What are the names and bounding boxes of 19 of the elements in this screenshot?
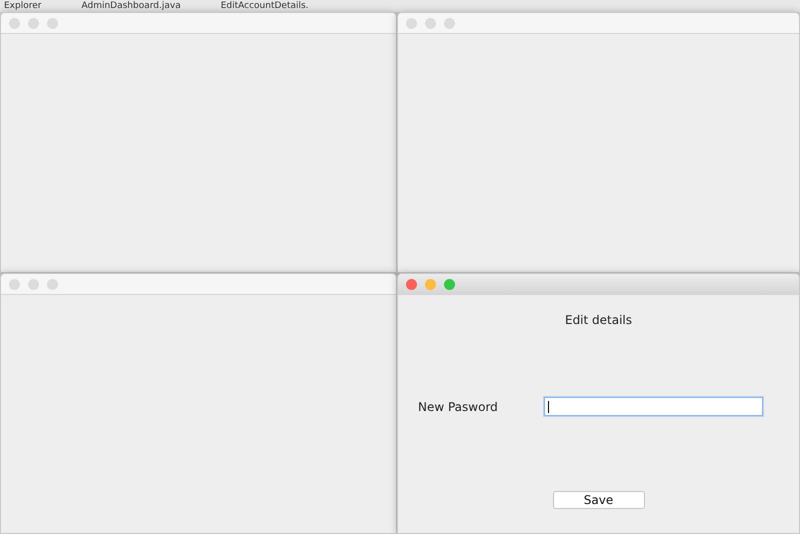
dialog-heading: Edit details: [564, 313, 632, 327]
maximize-button[interactable]: [444, 18, 455, 28]
ide-tab-label: EditAccountDetails.: [220, 0, 309, 12]
password-field[interactable]: [544, 397, 763, 416]
maximize-button[interactable]: [47, 18, 58, 28]
close-button[interactable]: [9, 278, 20, 290]
ide-tab-label: AdminDashboard.java: [81, 0, 181, 12]
minimize-button[interactable]: [28, 278, 39, 290]
minimize-button[interactable]: [425, 278, 436, 290]
save-button[interactable]: Save: [552, 491, 644, 509]
close-button[interactable]: [406, 18, 417, 28]
close-button[interactable]: [9, 18, 20, 28]
maximize-button[interactable]: [47, 278, 58, 290]
minimize-button[interactable]: [28, 18, 39, 28]
maximize-button[interactable]: [444, 278, 455, 290]
close-button[interactable]: [406, 278, 417, 290]
ide-tab-label: Explorer: [4, 0, 42, 12]
minimize-button[interactable]: [425, 18, 436, 28]
field-label: New Pasword: [418, 400, 499, 414]
